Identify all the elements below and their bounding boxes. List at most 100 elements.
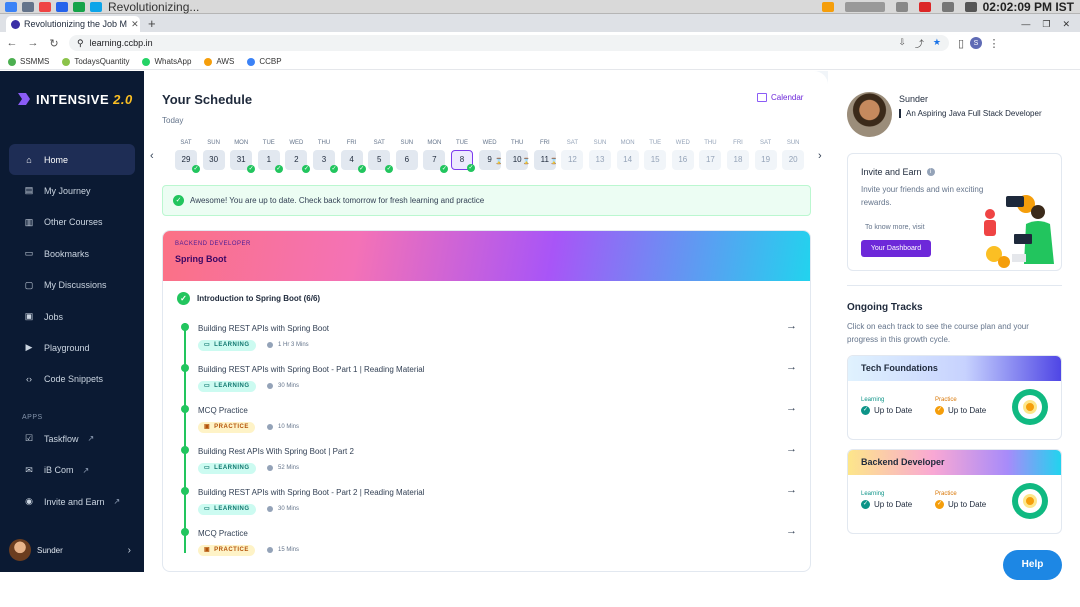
day-item[interactable]: FRI 18 [727, 140, 749, 170]
star-icon[interactable]: ★ [933, 37, 941, 50]
day-item[interactable]: THU 17 [699, 140, 722, 170]
bookmark-item[interactable]: AWS [204, 57, 234, 66]
lesson-row[interactable]: MCQ Practice ▣ PRACTICE 10 Mins → [177, 401, 797, 441]
volume-icon[interactable] [964, 1, 977, 12]
sidebar-item-my-discussions[interactable]: ▢ My Discussions [9, 270, 135, 301]
os-menu-icon[interactable] [5, 1, 17, 12]
arrow-right-icon[interactable]: → [786, 320, 797, 332]
day-item[interactable]: SAT 5 ✓ [368, 140, 394, 173]
sidebar-app-taskflow[interactable]: ☑ Taskflow ↗ [9, 423, 135, 454]
sidebar-item-home[interactable]: ⌂ Home [9, 144, 135, 175]
install-icon[interactable]: ⇩ [898, 37, 906, 50]
arrow-right-icon[interactable]: → [786, 525, 797, 537]
site-info-icon[interactable]: ⚲ [77, 38, 84, 49]
sidebar-item-bookmarks[interactable]: ▭ Bookmarks [9, 238, 135, 269]
day-item[interactable]: TUE 15 [644, 140, 667, 170]
arrow-right-icon[interactable]: → [786, 361, 797, 373]
arrow-right-icon[interactable]: → [786, 484, 797, 496]
maximize-icon[interactable]: ❐ [1042, 16, 1050, 32]
next-days-icon[interactable]: › [818, 150, 822, 162]
day-item[interactable]: TUE 1 ✓ [257, 140, 283, 173]
day-item[interactable]: MON 7 ✓ [423, 140, 449, 173]
apps-section-label: APPS [22, 414, 43, 421]
arrow-right-icon[interactable]: → [786, 402, 797, 414]
bookmark-item[interactable]: CCBP [247, 57, 282, 66]
lesson-row[interactable]: Building REST APIs with Spring Boot - Pa… [177, 483, 797, 523]
day-item[interactable]: WED 16 [671, 140, 694, 170]
track-card[interactable]: Backend Developer Learning ✓ Up to Date Prac… [847, 449, 1062, 534]
sidebar-user[interactable]: Sunder › [9, 538, 135, 562]
bookmark-item[interactable]: WhatsApp [142, 57, 191, 66]
tray-icon[interactable] [844, 1, 885, 12]
side-panel-icon[interactable]: ▯ [952, 37, 970, 50]
day-item[interactable]: THU 3 ✓ [313, 140, 338, 173]
day-item[interactable]: SUN 20 [782, 140, 805, 170]
day-item[interactable]: FRI 4 ✓ [340, 140, 366, 173]
day-item[interactable]: SUN 6 [395, 140, 418, 170]
app-icon[interactable] [90, 1, 102, 12]
app-icon[interactable] [56, 1, 68, 12]
back-icon[interactable]: ← [3, 37, 21, 49]
sidebar-item-playground[interactable]: ▶ Playground [9, 332, 135, 363]
reload-icon[interactable]: ↻ [45, 37, 63, 50]
day-item[interactable]: THU 10 ⌛ [506, 140, 530, 170]
sidebar-item-label: Bookmarks [44, 248, 90, 259]
bluetooth-icon[interactable] [895, 1, 908, 12]
calendar-link[interactable]: Calendar [757, 93, 803, 102]
arrow-right-icon[interactable]: → [786, 443, 797, 455]
signal-icon[interactable] [941, 1, 954, 12]
minimize-icon[interactable]: — [1021, 16, 1030, 32]
day-item[interactable]: TUE 8 ✓ [451, 140, 475, 172]
lesson-row[interactable]: Building REST APIs with Spring Boot ▭ LEAR… [177, 319, 797, 359]
day-item[interactable]: WED 2 ✓ [285, 140, 311, 173]
sidebar-app-invite-and-earn[interactable]: ◉ Invite and Earn ↗ [9, 486, 135, 517]
profile-avatar-icon[interactable]: S [970, 37, 982, 49]
browser-tab[interactable]: Revolutionizing the Job M ✕ [6, 16, 140, 32]
sidebar-item-code-snippets[interactable]: ‹› Code Snippets [9, 364, 135, 395]
day-item[interactable]: MON 31 ✓ [230, 140, 256, 173]
sidebar-app-ib-com[interactable]: ✉ iB Com ↗ [9, 455, 135, 486]
bookmark-item[interactable]: TodaysQuantity [62, 57, 129, 66]
day-name: SUN [207, 140, 220, 146]
window-title[interactable]: Revolutionizing... [108, 0, 199, 14]
day-name: SAT [180, 140, 192, 146]
day-item[interactable]: MON 14 [616, 140, 639, 170]
prev-days-icon[interactable]: ‹ [150, 150, 154, 162]
close-window-icon[interactable]: ✕ [1062, 16, 1070, 32]
forward-icon[interactable]: → [24, 37, 42, 49]
lesson-row[interactable]: Building Rest APIs With Spring Boot | Pa… [177, 442, 797, 482]
day-item[interactable]: SUN 13 [589, 140, 611, 170]
lesson-row[interactable]: Building REST APIs with Spring Boot - Pa… [177, 360, 797, 400]
day-item[interactable]: SUN 30 [202, 140, 225, 170]
browser-icon[interactable] [39, 1, 51, 12]
day-item[interactable]: WED 9 ⌛ [478, 140, 503, 170]
your-dashboard-button[interactable]: Your Dashboard [861, 240, 931, 257]
intensive-logo[interactable]: INTENSIVE 2.0 [16, 91, 133, 107]
bookmark-item[interactable]: SSMMS [8, 57, 49, 66]
folder-icon[interactable] [22, 1, 34, 12]
address-bar[interactable]: ⚲ learning.ccbp.in ⇩ ⤴ ★ [69, 35, 949, 51]
sidebar-item-my-journey[interactable]: ▤ My Journey [9, 175, 135, 206]
profile-avatar[interactable] [847, 92, 892, 137]
chrome-icon[interactable] [821, 1, 834, 12]
day-item[interactable]: FRI 11 ⌛ [533, 140, 558, 170]
day-item[interactable]: SAT 19 [754, 140, 777, 170]
share-icon[interactable]: ⤴ [915, 37, 924, 50]
new-tab-button[interactable]: + [148, 16, 156, 32]
day-item[interactable]: SAT 12 [561, 140, 584, 170]
close-tab-icon[interactable]: ✕ [131, 19, 139, 30]
sidebar-item-other-courses[interactable]: ▥ Other Courses [9, 207, 135, 238]
track-card[interactable]: Tech Foundations Learning ✓ Up to Date Pract… [847, 355, 1062, 440]
help-button[interactable]: Help [1003, 550, 1062, 580]
external-link-icon: ↗ [82, 465, 90, 475]
tray-app-icon[interactable] [918, 1, 931, 12]
module-title[interactable]: ✓ Introduction to Spring Boot (6/6) [177, 292, 320, 305]
lesson-row[interactable]: MCQ Practice ▣ PRACTICE 15 Mins → [177, 524, 797, 564]
day-name: SAT [373, 140, 385, 146]
day-item[interactable]: SAT 29 ✓ [175, 140, 200, 173]
browser-menu-icon[interactable]: ⋮ [985, 37, 1003, 50]
info-icon[interactable]: i [926, 168, 935, 176]
sidebar-item-jobs[interactable]: ▣ Jobs [9, 301, 135, 332]
day-number-text: 20 [788, 155, 798, 164]
app-icon[interactable] [73, 1, 85, 12]
